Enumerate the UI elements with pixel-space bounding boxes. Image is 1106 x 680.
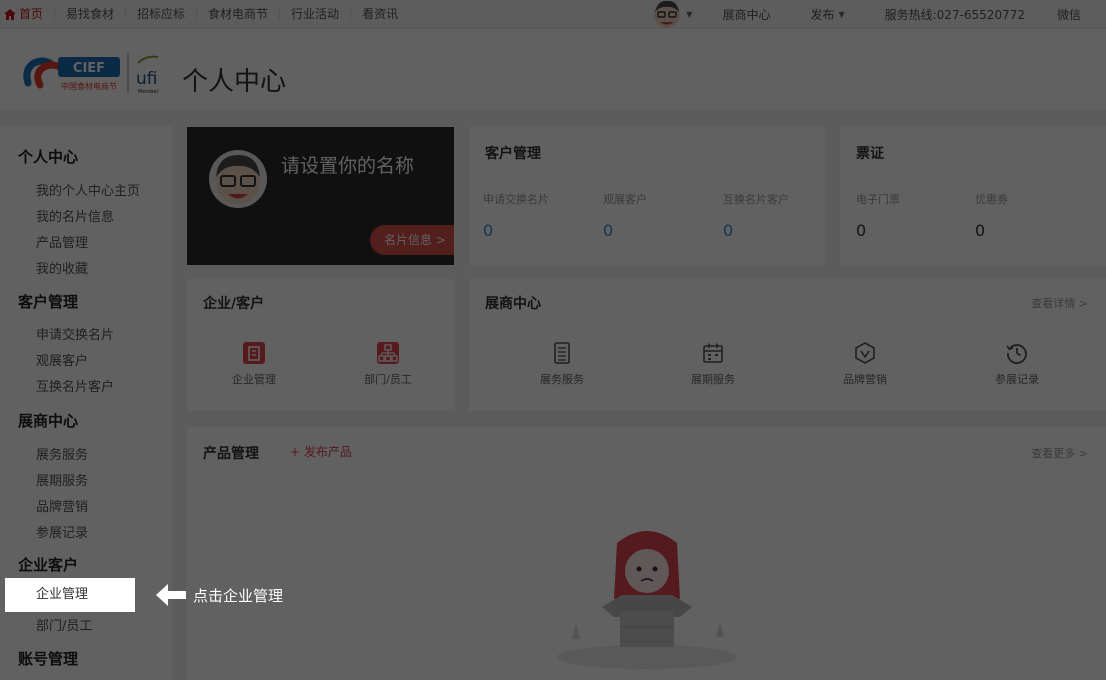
sidebar-item-exhibit-records[interactable]: 参展记录: [36, 522, 88, 541]
customer-management-card: 客户管理 申请交换名片 0 观展客户 0 互换名片客户 0: [469, 127, 826, 265]
publish-caret-icon: ▼: [838, 9, 845, 19]
history-clock-icon: [1006, 344, 1027, 364]
ticket-card: 票证 电子门票 0 优惠券 0: [840, 127, 1106, 265]
nav-industry-events[interactable]: 行业活动: [280, 8, 352, 20]
ufi-text: ufi: [136, 69, 157, 89]
stat-label-e-ticket: 电子门票: [856, 193, 900, 206]
exhibitor-more-link[interactable]: 查看详情 >: [1031, 295, 1088, 311]
sidebar-item-exhibit-service[interactable]: 展务服务: [36, 444, 88, 463]
profile-name-prompt[interactable]: 请设置你的名称: [281, 151, 414, 178]
publish-label: 发布: [810, 7, 835, 22]
logo-subtext: 中国食材电商节: [61, 81, 117, 91]
sidebar-section-personal[interactable]: 个人中心: [18, 146, 78, 167]
sidebar-item-exchange-card[interactable]: 申请交换名片: [36, 324, 114, 343]
service-hotline: 服务热线:027-65520772: [884, 7, 1025, 22]
nav-news[interactable]: 看资讯: [351, 8, 409, 20]
stat-value-exchange[interactable]: 0: [483, 221, 493, 240]
building-icon: [243, 342, 265, 364]
nav-find-ingredients[interactable]: 易找食材: [55, 8, 127, 20]
customer-management-title: 客户管理: [485, 146, 541, 162]
sidebar-item-favorites[interactable]: 我的收藏: [36, 258, 88, 277]
stat-label-coupon: 优惠券: [975, 193, 1008, 206]
badge-icon: [855, 342, 875, 364]
nav-bidding[interactable]: 招标应标: [126, 8, 198, 20]
profile-avatar[interactable]: [208, 149, 268, 209]
document-icon: [554, 342, 570, 364]
nav-home-label: 首页: [19, 7, 44, 21]
feature-exhibit-service-label: 展务服务: [540, 373, 584, 386]
top-bar: 首页 易找食材 招标应标 食材电商节 行业活动 看资讯 ▼ 展商中心 发布 ▼ …: [0, 0, 1106, 28]
product-management-card: 产品管理 + 发布产品 查看更多 >: [187, 427, 1106, 680]
feature-brand-marketing[interactable]: 品牌营销: [810, 341, 920, 387]
stat-label-exchange: 申请交换名片: [483, 193, 549, 206]
sidebar-section-exhibitor[interactable]: 展商中心: [18, 410, 78, 431]
stat-label-card-exchanged: 互换名片客户: [723, 193, 789, 206]
user-menu-caret-icon[interactable]: ▼: [686, 10, 692, 19]
publish-menu[interactable]: 发布 ▼: [810, 6, 844, 23]
sidebar-item-card-exchanged[interactable]: 互换名片客户: [36, 376, 114, 395]
feature-brand-marketing-label: 品牌营销: [843, 373, 887, 386]
enterprise-title: 企业/客户: [203, 296, 265, 312]
calendar-icon: [703, 343, 723, 363]
enterprise-card: 企业/客户 企业管理 部门/员工: [187, 279, 454, 411]
nav-home[interactable]: 首页: [4, 7, 56, 21]
feature-department-staff-label: 部门/员工: [364, 373, 412, 386]
top-right: ▼ 展商中心 发布 ▼ 服务热线:027-65520772 微信: [652, 0, 1106, 28]
product-more-link[interactable]: 查看更多 >: [1031, 445, 1088, 461]
sidebar-item-period-service[interactable]: 展期服务: [36, 470, 88, 489]
profile-card: 请设置你的名称 名片信息 >: [187, 127, 454, 265]
ufi-member-text: Member: [138, 89, 160, 95]
sidebar-item-card-info[interactable]: 我的名片信息: [36, 206, 114, 225]
sidebar-item-department[interactable]: 部门/员工: [36, 615, 92, 634]
nav-ecommerce-festival[interactable]: 食材电商节: [197, 8, 281, 20]
cief-logo[interactable]: CIEF 中国食材电商节 ufi Member: [20, 49, 170, 95]
empty-state-illustration: [557, 531, 737, 669]
sidebar-section-customers[interactable]: 客户管理: [18, 291, 78, 312]
feature-enterprise-management-label: 企业管理: [232, 373, 276, 386]
sidebar-section-enterprise[interactable]: 企业客户: [18, 554, 78, 575]
publish-product-button[interactable]: + 发布产品: [290, 443, 352, 460]
feature-period-service-label: 展期服务: [691, 373, 735, 386]
stat-value-e-ticket[interactable]: 0: [856, 221, 866, 240]
feature-enterprise-management[interactable]: 企业管理: [199, 341, 309, 387]
sidebar-item-enterprise-management[interactable]: 企业管理: [5, 578, 135, 612]
stat-label-visitors: 观展客户: [603, 193, 647, 206]
exhibitor-center-card: 展商中心 查看详情 > 展务服务 展期服务 品牌营销 参展记录: [469, 279, 1106, 411]
exhibitor-center-link[interactable]: 展商中心: [722, 6, 770, 23]
top-nav: 首页 易找食材 招标应标 食材电商节 行业活动 看资讯: [4, 0, 409, 28]
feature-exhibit-service[interactable]: 展务服务: [507, 341, 617, 387]
tutorial-hint: 点击企业管理: [154, 581, 283, 609]
sidebar-item-home[interactable]: 我的个人中心主页: [36, 180, 140, 199]
sidebar-section-account[interactable]: 账号管理: [18, 648, 78, 669]
sidebar-item-products[interactable]: 产品管理: [36, 232, 88, 251]
card-info-button[interactable]: 名片信息 >: [370, 225, 454, 255]
home-icon: [4, 8, 16, 20]
tutorial-hint-text: 点击企业管理: [193, 586, 284, 605]
exhibitor-center-title: 展商中心: [485, 296, 541, 312]
feature-period-service[interactable]: 展期服务: [658, 341, 768, 387]
arrow-left-icon: [156, 584, 186, 606]
logo-text: CIEF: [73, 61, 105, 76]
feature-department-staff[interactable]: 部门/员工: [333, 341, 443, 387]
sidebar-item-brand-marketing[interactable]: 品牌营销: [36, 496, 88, 515]
ticket-title: 票证: [856, 146, 884, 162]
user-avatar[interactable]: [652, 0, 682, 28]
header: CIEF 中国食材电商节 ufi Member 个人中心: [0, 29, 1106, 111]
stat-value-card-exchanged[interactable]: 0: [723, 221, 733, 240]
feature-exhibit-records-label: 参展记录: [995, 373, 1039, 386]
wechat-link[interactable]: 微信: [1057, 6, 1081, 23]
product-management-title: 产品管理: [203, 446, 259, 462]
stat-value-coupon[interactable]: 0: [975, 221, 985, 240]
feature-exhibit-records[interactable]: 参展记录: [962, 341, 1072, 387]
page-title: 个人中心: [182, 67, 287, 97]
stat-value-visitors[interactable]: 0: [603, 221, 613, 240]
sidebar-item-visitors[interactable]: 观展客户: [36, 350, 88, 369]
org-chart-icon: [377, 342, 399, 364]
